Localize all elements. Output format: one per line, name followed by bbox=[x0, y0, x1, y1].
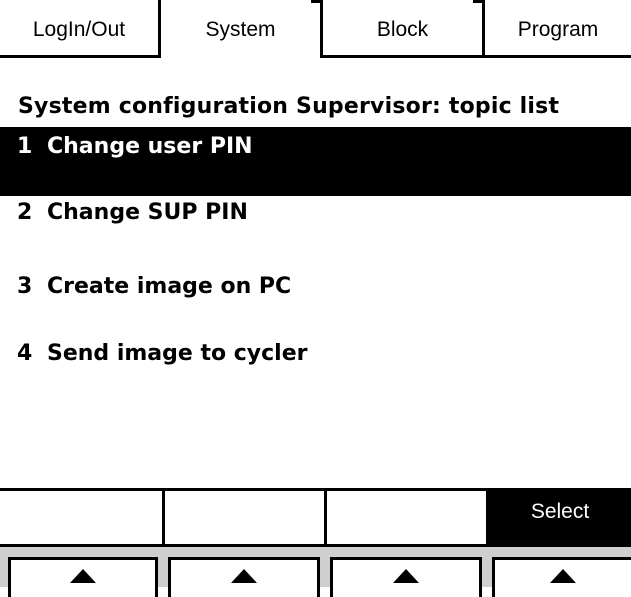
tab-notch bbox=[473, 0, 485, 12]
tab-label: System bbox=[205, 18, 276, 41]
tab-label: Block bbox=[376, 18, 429, 41]
tab-block[interactable]: Block bbox=[323, 0, 485, 55]
softkey-label: Select bbox=[530, 500, 590, 523]
up-arrow-icon bbox=[550, 569, 576, 583]
tab-program[interactable]: Program bbox=[485, 0, 631, 55]
topic-label: Send image to cycler bbox=[47, 341, 308, 366]
tab-notch bbox=[311, 0, 323, 12]
topic-number: 3 bbox=[17, 274, 33, 299]
topic-item-create-image[interactable]: 3 Create image on PC bbox=[0, 270, 631, 336]
softkey-2[interactable] bbox=[165, 491, 327, 544]
up-arrow-icon bbox=[393, 569, 419, 583]
page-title: System configuration Supervisor: topic l… bbox=[18, 94, 560, 119]
tab-system[interactable]: System bbox=[161, 0, 323, 58]
tab-label: LogIn/Out bbox=[32, 18, 126, 41]
softkey-select[interactable]: Select bbox=[489, 491, 631, 544]
softkey-1[interactable] bbox=[0, 491, 165, 544]
hardware-key-3[interactable] bbox=[330, 557, 482, 597]
hardware-key-4[interactable] bbox=[492, 557, 631, 597]
tab-underline bbox=[0, 55, 161, 58]
topic-item-change-user-pin[interactable]: 1 Change user PIN bbox=[0, 130, 631, 196]
topic-number: 2 bbox=[17, 200, 33, 225]
tab-login-out[interactable]: LogIn/Out bbox=[0, 0, 161, 55]
topic-label: Change user PIN bbox=[47, 134, 253, 159]
tab-underline bbox=[323, 55, 631, 58]
softkey-bar: Select bbox=[0, 488, 631, 544]
tab-label: Program bbox=[517, 18, 599, 41]
topic-label: Create image on PC bbox=[47, 274, 292, 299]
topic-number: 1 bbox=[17, 134, 33, 159]
hardware-key-1[interactable] bbox=[8, 557, 158, 597]
topic-label: Change SUP PIN bbox=[47, 200, 248, 225]
softkey-3[interactable] bbox=[327, 491, 489, 544]
topic-item-change-sup-pin[interactable]: 2 Change SUP PIN bbox=[0, 196, 631, 262]
up-arrow-icon bbox=[70, 569, 96, 583]
hardware-key-strip bbox=[0, 544, 631, 597]
topic-number: 4 bbox=[17, 341, 33, 366]
up-arrow-icon bbox=[231, 569, 257, 583]
hardware-key-2[interactable] bbox=[168, 557, 320, 597]
tab-bar: LogIn/Out System Block Program bbox=[0, 0, 631, 58]
topic-item-send-image[interactable]: 4 Send image to cycler bbox=[0, 337, 631, 403]
